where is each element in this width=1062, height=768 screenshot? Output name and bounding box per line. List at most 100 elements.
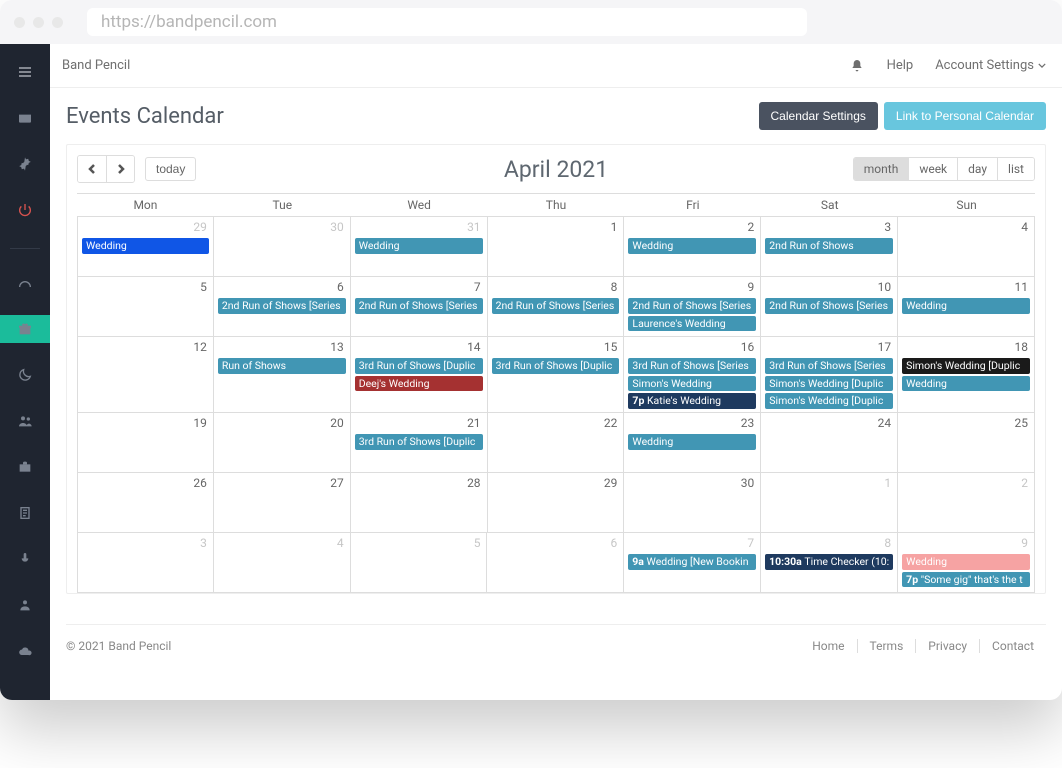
sidebar-item-logout[interactable] <box>0 196 50 224</box>
calendar-event[interactable]: Run of Shows <box>218 358 346 374</box>
calendar-day-cell[interactable]: 31Wedding <box>351 217 488 277</box>
calendar-event[interactable]: Simon's Wedding [Duplic <box>902 358 1030 374</box>
calendar-event[interactable]: 7p Katie's Wedding <box>628 393 756 409</box>
sidebar-item-briefcase[interactable] <box>0 453 50 481</box>
calendar-day-cell[interactable]: 5 <box>77 277 214 337</box>
calendar-settings-button[interactable]: Calendar Settings <box>759 102 878 130</box>
calendar-event[interactable]: 3rd Run of Shows [Series <box>628 358 756 374</box>
calendar-day-cell[interactable]: 28 <box>351 473 488 533</box>
help-link[interactable]: Help <box>887 58 914 73</box>
calendar-event[interactable]: 2nd Run of Shows [Series <box>355 298 483 314</box>
calendar-day-cell[interactable]: 24 <box>761 413 898 473</box>
calendar-day-cell[interactable]: 30 <box>214 217 351 277</box>
calendar-day-cell[interactable]: 213rd Run of Shows [Duplic <box>351 413 488 473</box>
calendar-day-cell[interactable]: 173rd Run of Shows [SeriesSimon's Weddin… <box>761 337 898 413</box>
calendar-day-cell[interactable]: 13Run of Shows <box>214 337 351 413</box>
calendar-day-cell[interactable]: 27 <box>214 473 351 533</box>
calendar-day-cell[interactable]: 20 <box>214 413 351 473</box>
sidebar-item-mic[interactable] <box>0 545 50 573</box>
calendar-event[interactable]: Deej's Wedding <box>355 376 483 392</box>
calendar-day-cell[interactable]: 19 <box>77 413 214 473</box>
calendar-day-cell[interactable]: 26 <box>77 473 214 533</box>
sidebar-item-user[interactable] <box>0 591 50 619</box>
calendar-event[interactable]: 2nd Run of Shows [Series <box>492 298 620 314</box>
calendar-event[interactable]: Wedding <box>902 554 1030 570</box>
calendar-day-cell[interactable]: 62nd Run of Shows [Series <box>214 277 351 337</box>
view-day-button[interactable]: day <box>957 158 997 180</box>
calendar-event[interactable]: Wedding <box>628 238 756 254</box>
view-month-button[interactable]: month <box>854 158 909 180</box>
calendar-day-cell[interactable]: 810:30a Time Checker (10: <box>761 533 898 593</box>
notifications-button[interactable] <box>849 58 865 74</box>
calendar-event[interactable]: 3rd Run of Shows [Series <box>765 358 893 374</box>
calendar-day-cell[interactable]: 5 <box>351 533 488 593</box>
calendar-day-cell[interactable]: 2 <box>898 473 1035 533</box>
sidebar-item-settings[interactable] <box>0 150 50 178</box>
calendar-day-cell[interactable]: 4 <box>214 533 351 593</box>
calendar-event[interactable]: 2nd Run of Shows <box>765 238 893 254</box>
calendar-day-cell[interactable]: 29 <box>488 473 625 533</box>
sidebar-item-dashboard[interactable] <box>0 269 50 297</box>
calendar-day-cell[interactable]: 12 <box>77 337 214 413</box>
calendar-event[interactable]: Laurence's Wedding <box>628 316 756 332</box>
calendar-event[interactable]: Wedding <box>628 434 756 450</box>
calendar-day-cell[interactable]: 143rd Run of Shows [DuplicDeej's Wedding <box>351 337 488 413</box>
zoom-icon[interactable] <box>52 17 63 28</box>
calendar-day-cell[interactable]: 3 <box>77 533 214 593</box>
calendar-event[interactable]: 3rd Run of Shows [Duplic <box>492 358 620 374</box>
sidebar-item-clipboard[interactable] <box>0 499 50 527</box>
calendar-day-cell[interactable]: 163rd Run of Shows [SeriesSimon's Weddin… <box>624 337 761 413</box>
calendar-event[interactable]: 2nd Run of Shows [Series <box>765 298 893 314</box>
calendar-event[interactable]: Wedding <box>902 376 1030 392</box>
calendar-event[interactable]: 9a Wedding [New Bookin <box>628 554 756 570</box>
calendar-event[interactable]: Simon's Wedding [Duplic <box>765 393 893 409</box>
sidebar-item-cloud[interactable] <box>0 637 50 665</box>
view-week-button[interactable]: week <box>908 158 957 180</box>
calendar-day-cell[interactable]: 153rd Run of Shows [Duplic <box>488 337 625 413</box>
calendar-day-cell[interactable]: 92nd Run of Shows [SeriesLaurence's Wedd… <box>624 277 761 337</box>
footer-link[interactable]: Home <box>800 639 857 653</box>
url-bar[interactable]: https://bandpencil.com <box>87 8 807 36</box>
calendar-day-cell[interactable]: 25 <box>898 413 1035 473</box>
calendar-event[interactable]: 2nd Run of Shows [Series <box>218 298 346 314</box>
prev-button[interactable] <box>78 156 106 182</box>
calendar-event[interactable]: Wedding <box>82 238 209 254</box>
calendar-event[interactable]: Wedding <box>355 238 483 254</box>
calendar-day-cell[interactable]: 2Wedding <box>624 217 761 277</box>
next-button[interactable] <box>106 156 134 182</box>
calendar-event[interactable]: 7p "Some gig" that's the t <box>902 572 1030 588</box>
close-icon[interactable] <box>14 17 25 28</box>
calendar-day-cell[interactable]: 102nd Run of Shows [Series <box>761 277 898 337</box>
calendar-event[interactable]: 3rd Run of Shows [Duplic <box>355 434 483 450</box>
calendar-day-cell[interactable]: 32nd Run of Shows <box>761 217 898 277</box>
calendar-day-cell[interactable]: 11Wedding <box>898 277 1035 337</box>
calendar-event[interactable]: 2nd Run of Shows [Series <box>628 298 756 314</box>
footer-link[interactable]: Privacy <box>916 639 980 653</box>
calendar-day-cell[interactable]: 1 <box>761 473 898 533</box>
calendar-day-cell[interactable]: 18Simon's Wedding [DuplicWedding <box>898 337 1035 413</box>
view-list-button[interactable]: list <box>997 158 1034 180</box>
sidebar-item-events[interactable] <box>0 315 50 343</box>
calendar-event[interactable]: Simon's Wedding [Duplic <box>765 376 893 392</box>
calendar-day-cell[interactable]: 6 <box>487 533 624 593</box>
calendar-day-cell[interactable]: 30 <box>624 473 761 533</box>
calendar-day-cell[interactable]: 1 <box>488 217 625 277</box>
calendar-day-cell[interactable]: 23Wedding <box>624 413 761 473</box>
calendar-event[interactable]: Simon's Wedding <box>628 376 756 392</box>
footer-link[interactable]: Terms <box>858 639 917 653</box>
calendar-day-cell[interactable]: 72nd Run of Shows [Series <box>351 277 488 337</box>
calendar-day-cell[interactable]: 29Wedding <box>77 217 214 277</box>
today-button[interactable]: today <box>145 157 196 181</box>
calendar-day-cell[interactable]: 22 <box>488 413 625 473</box>
calendar-day-cell[interactable]: 79a Wedding [New Bookin <box>624 533 761 593</box>
sidebar-item-moon[interactable] <box>0 361 50 389</box>
account-settings-dropdown[interactable]: Account Settings <box>935 58 1046 73</box>
minimize-icon[interactable] <box>33 17 44 28</box>
sidebar-item-home[interactable] <box>0 104 50 132</box>
calendar-day-cell[interactable]: 9Wedding7p "Some gig" that's the t <box>898 533 1035 593</box>
calendar-day-cell[interactable]: 4 <box>898 217 1035 277</box>
calendar-event[interactable]: 10:30a Time Checker (10: <box>765 554 893 570</box>
sidebar-item-people[interactable] <box>0 407 50 435</box>
calendar-event[interactable]: 3rd Run of Shows [Duplic <box>355 358 483 374</box>
link-personal-calendar-button[interactable]: Link to Personal Calendar <box>884 102 1046 130</box>
